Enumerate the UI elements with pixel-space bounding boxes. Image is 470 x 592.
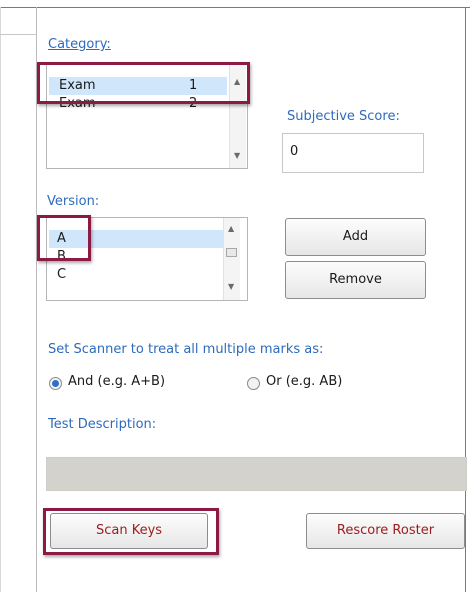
window-top-border: [0, 7, 470, 8]
window-left-border: [0, 7, 1, 592]
version-scrollbar[interactable]: ▲ ▼: [223, 218, 240, 300]
test-description-field[interactable]: [46, 457, 467, 491]
add-button[interactable]: Add: [285, 218, 426, 256]
category-label: Category:: [48, 37, 111, 52]
or-radio[interactable]: [247, 377, 260, 390]
subjective-score-label: Subjective Score:: [287, 109, 400, 124]
scroll-up-icon[interactable]: ▲: [228, 224, 234, 233]
version-item[interactable]: C: [49, 266, 229, 280]
scroll-thumb[interactable]: [226, 248, 237, 257]
multiple-marks-label: Set Scanner to treat all multiple marks …: [48, 342, 324, 357]
window-right-border: [465, 7, 466, 592]
left-pane-header-line: [0, 34, 36, 35]
scroll-down-icon[interactable]: ▼: [228, 282, 234, 291]
and-radio[interactable]: [49, 377, 62, 390]
version-highlight-box: [37, 215, 91, 261]
scan-keys-highlight-box: [43, 508, 219, 555]
category-highlight-box: [37, 62, 250, 104]
subjective-score-input[interactable]: 0: [282, 133, 424, 173]
or-radio-label[interactable]: Or (e.g. AB): [266, 374, 342, 389]
rescore-roster-button[interactable]: Rescore Roster: [306, 513, 465, 549]
test-description-label: Test Description:: [48, 417, 157, 432]
version-label: Version:: [47, 194, 100, 209]
and-radio-label[interactable]: And (e.g. A+B): [68, 374, 165, 389]
remove-button[interactable]: Remove: [285, 261, 426, 299]
scroll-down-icon[interactable]: ▼: [234, 151, 240, 160]
